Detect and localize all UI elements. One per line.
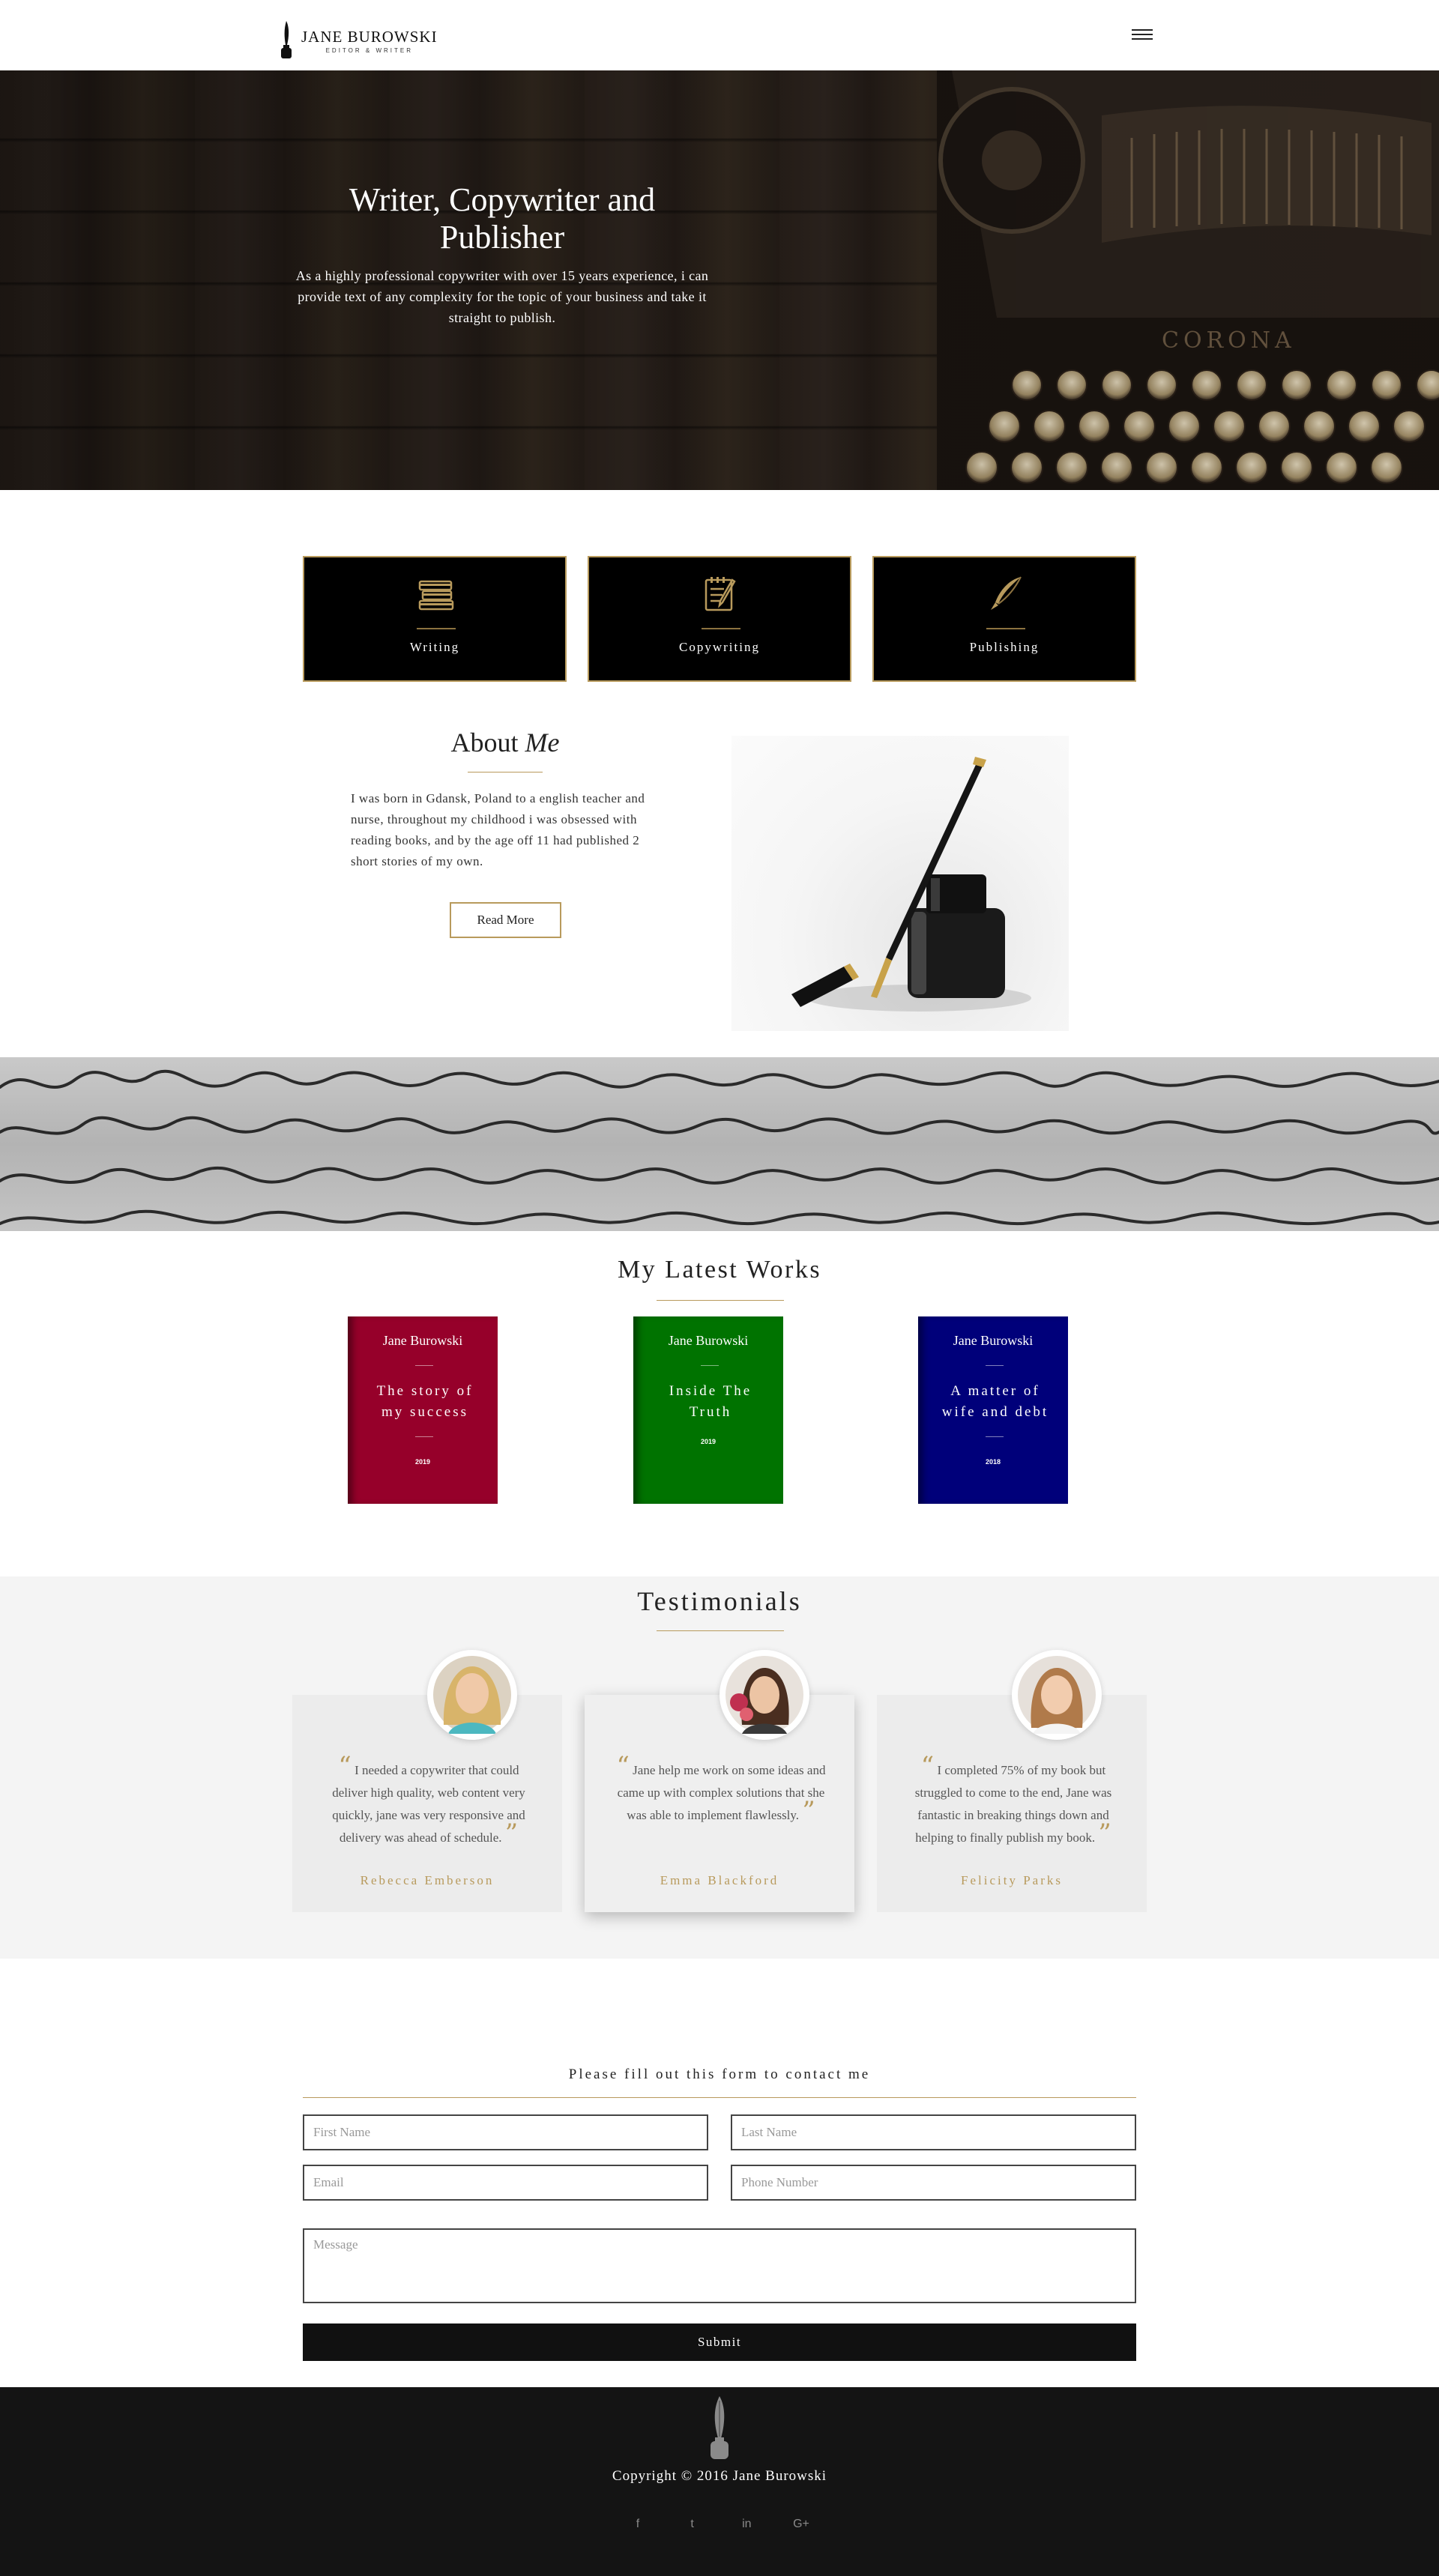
book-year: 2019 [700,1438,717,1445]
divider [657,1300,784,1301]
notepad-pencil-icon [705,577,736,611]
logo-subtitle: EDITOR & WRITER [325,46,413,54]
contact-heading: Please fill out this form to contact me [568,2066,871,2082]
services-section: Writing Copywriting Publishing [303,556,1136,682]
handwriting-banner-image [0,1057,1439,1231]
book-author: Jane Burowski [668,1333,749,1348]
testimonial-quote: “ I needed a copywriter that could deliv… [332,1751,525,1848]
book-cover[interactable]: Jane Burowski A matter of wife and debt … [918,1316,1068,1504]
book-title: A matter of wife and debt [941,1383,1049,1420]
service-label: Copywriting [679,640,760,654]
book-title: The story of my success [376,1383,474,1420]
copyright-text: Copyright © 2016 Jane Burowski [612,2468,827,2484]
divider [303,2097,1136,2098]
hamburger-menu-icon[interactable] [1132,27,1153,43]
service-card-writing[interactable]: Writing [303,556,567,682]
testimonial-card: “ I completed 75% of my book but struggl… [877,1650,1147,1912]
quill-ink-icon [281,21,292,58]
avatar [720,1650,809,1740]
quill-ink-icon [711,2396,728,2459]
twitter-icon[interactable]: t [681,2513,704,2536]
book-year: 2018 [985,1458,1001,1466]
phone-number-field[interactable] [731,2165,1136,2201]
testimonial-card: “ Jane help me work on some ideas and ca… [585,1650,854,1912]
hero-subtitle: As a highly professional copywriter with… [295,268,709,325]
read-more-button[interactable]: Read More [450,902,561,938]
avatar [1012,1650,1102,1740]
books-icon [418,580,454,611]
divider [657,1630,784,1631]
avatar [427,1650,517,1740]
testimonial-author: Felicity Parks [961,1873,1063,1887]
book-author: Jane Burowski [382,1333,463,1348]
logo-title: JANE BUROWSKI [301,27,438,46]
about-text: I was born in Gdansk, Poland to a englis… [351,791,645,868]
first-name-field[interactable] [303,2114,708,2150]
service-card-copywriting[interactable]: Copywriting [588,556,851,682]
site-footer: Copyright © 2016 Jane Burowski f t in G+ [0,2387,1439,2576]
quill-pen-icon [991,576,1022,610]
linkedin-icon[interactable]: in [735,2513,758,2536]
divider [468,772,543,773]
site-header: JANE BUROWSKI EDITOR & WRITER [0,0,1439,70]
service-label: Writing [409,640,460,654]
hero-banner: CORONA Writer, Copywriter and Publisher … [0,70,1439,490]
book-cover[interactable]: Jane Burowski The story of my success 20… [348,1316,498,1504]
hero-title: Writer, Copywriter and Publisher [349,181,656,256]
facebook-icon[interactable]: f [627,2513,649,2536]
social-links: f t in G+ [627,2513,812,2536]
book-author: Jane Burowski [953,1333,1034,1348]
testimonials-section: Testimonials “ I needed a copywriter tha… [0,1576,1439,1959]
google-plus-icon[interactable]: G+ [790,2513,812,2536]
submit-button[interactable]: Submit [303,2323,1136,2361]
testimonial-quote: “ I completed 75% of my book but struggl… [914,1751,1112,1848]
logo[interactable]: JANE BUROWSKI EDITOR & WRITER [279,21,438,60]
service-card-publishing[interactable]: Publishing [872,556,1136,682]
email-field[interactable] [303,2165,708,2201]
fountain-pen-image [731,736,1069,1031]
testimonial-card: “ I needed a copywriter that could deliv… [292,1650,562,1912]
service-label: Publishing [969,640,1040,654]
book-title: Inside The Truth [669,1383,752,1420]
book-cover[interactable]: Jane Burowski Inside The Truth 2019 [633,1316,783,1504]
message-field[interactable] [303,2228,1136,2303]
testimonial-author: Emma Blackford [660,1873,779,1887]
testimonial-author: Rebecca Emberson [360,1873,495,1887]
testimonials-title: Testimonials [637,1586,802,1616]
book-year: 2019 [414,1458,431,1466]
works-title: My Latest Works [617,1256,822,1284]
testimonial-quote: “ Jane help me work on some ideas and ca… [616,1751,826,1826]
last-name-field[interactable] [731,2114,1136,2150]
about-title: About Me [450,728,560,758]
